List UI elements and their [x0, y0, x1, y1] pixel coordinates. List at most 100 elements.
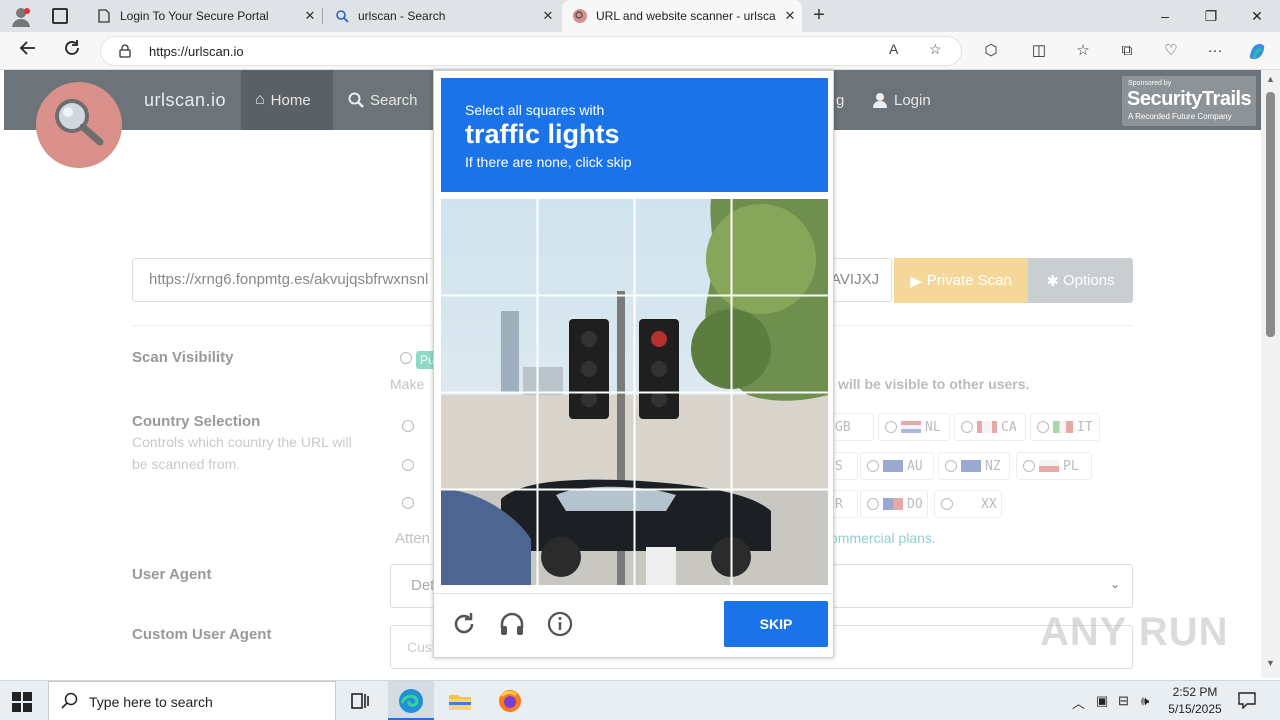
private-scan-button[interactable]: ▶ Private Scan	[894, 258, 1028, 303]
country-option-do[interactable]: DO	[860, 490, 928, 518]
magnifier-logo-icon	[55, 99, 104, 146]
sponsor-banner[interactable]: Sponsored by SecurityTrails A Recorded F…	[1122, 76, 1256, 126]
commercial-plans-link[interactable]: ommercial plans.	[830, 530, 936, 546]
options-button[interactable]: ✱ Options	[1028, 258, 1133, 303]
user-agent-label: User Agent	[132, 566, 212, 583]
country-selection-label: Country Selection	[132, 413, 261, 430]
visibility-public-radio[interactable]	[400, 352, 412, 364]
taskbar-clock[interactable]: 2:52 PM 5/15/2025	[1160, 684, 1230, 718]
captcha-tile-3[interactable]	[635, 199, 731, 295]
captcha-tile-16[interactable]	[732, 490, 828, 585]
tray-chevron-up-icon[interactable]: ︿	[1072, 693, 1085, 712]
captcha-tile-10[interactable]	[538, 393, 634, 489]
country-option-nl[interactable]: NL	[878, 413, 950, 441]
country-radio[interactable]	[402, 497, 414, 509]
user-agent-value: Det	[411, 577, 435, 594]
info-icon[interactable]	[546, 610, 574, 638]
minimize-button[interactable]: –	[1142, 0, 1188, 32]
volume-icon[interactable]: 🕪	[1141, 693, 1149, 709]
profile-icon[interactable]	[10, 6, 32, 28]
close-tab-icon[interactable]: ✕	[778, 8, 802, 24]
audio-icon[interactable]	[498, 610, 526, 638]
taskbar-search-box[interactable]: Type here to search	[48, 681, 336, 720]
nav-search-label: Search	[370, 91, 418, 109]
back-button[interactable]	[14, 38, 42, 64]
windows-start-icon[interactable]	[12, 692, 32, 712]
captcha-tile-8[interactable]	[732, 296, 828, 392]
taskbar-edge-active[interactable]	[388, 681, 434, 720]
file-explorer-icon[interactable]	[446, 687, 474, 715]
copilot-icon[interactable]	[1246, 40, 1268, 62]
favorite-star-icon[interactable]: ☆	[929, 41, 942, 58]
close-window-button[interactable]: ✕	[1234, 0, 1280, 32]
scrollbar-thumb[interactable]	[1266, 92, 1275, 337]
network-icon[interactable]: ⊟	[1118, 693, 1129, 709]
favorites-icon[interactable]: ☆	[1072, 40, 1094, 62]
reload-button[interactable]	[58, 38, 86, 64]
page-scrollbar[interactable]: ▲ ▼	[1261, 70, 1280, 678]
nav-home-label: Home	[270, 91, 311, 109]
home-icon: ⌂	[255, 91, 265, 108]
country-note-start: Atten	[395, 530, 431, 547]
close-tab-icon[interactable]: ✕	[536, 8, 560, 24]
tab-urlscan-scanner[interactable]: URL and website scanner - urlsca ✕	[562, 0, 802, 32]
captcha-tile-15[interactable]	[635, 490, 731, 585]
new-tab-button[interactable]: +	[808, 4, 830, 28]
urlscan-logo[interactable]	[36, 82, 122, 168]
notification-icon[interactable]	[1238, 691, 1256, 709]
captcha-tile-7[interactable]	[635, 296, 731, 392]
flag-blank-icon	[957, 498, 977, 510]
captcha-tile-4[interactable]	[732, 199, 828, 295]
tab-actions-icon[interactable]	[52, 8, 68, 24]
skip-button[interactable]: SKIP	[724, 601, 828, 647]
nav-home[interactable]: ⌂ Home	[241, 70, 333, 130]
firefox-icon[interactable]	[496, 687, 524, 715]
nav-login[interactable]: Login	[858, 70, 945, 130]
site-brand[interactable]: urlscan.io	[144, 90, 226, 111]
chevron-down-icon: ⌄	[1109, 577, 1120, 591]
tab-login-portal[interactable]: Login To Your Secure Portal ✕	[86, 0, 322, 32]
country-option-au[interactable]: AU	[860, 452, 934, 480]
flag-pl-icon	[1039, 460, 1059, 472]
country-code: AU	[907, 458, 923, 474]
country-option-xx[interactable]: XX	[934, 490, 1002, 518]
captcha-tile-13[interactable]	[441, 490, 537, 585]
reload-icon[interactable]	[450, 610, 478, 638]
country-option-it[interactable]: IT	[1030, 413, 1100, 441]
restore-button[interactable]: ❐	[1188, 0, 1234, 32]
split-screen-icon[interactable]: ◫	[1028, 40, 1050, 62]
captcha-tile-1[interactable]	[441, 199, 537, 295]
tab-urlscan-search[interactable]: urlscan - Search ✕	[324, 0, 560, 32]
country-option-gb[interactable]: GB	[828, 413, 874, 441]
collections-icon[interactable]: ⧉	[1116, 40, 1138, 62]
nav-search[interactable]: Search	[334, 70, 432, 130]
captcha-tile-14[interactable]	[538, 490, 634, 585]
browser-essentials-icon[interactable]: ♡	[1160, 40, 1182, 62]
country-option-ca[interactable]: CA	[954, 413, 1026, 441]
scroll-up-icon[interactable]: ▲	[1265, 74, 1276, 84]
captcha-tile-2[interactable]	[538, 199, 634, 295]
captcha-tile-5[interactable]	[441, 296, 537, 392]
captcha-tile-11[interactable]	[635, 393, 731, 489]
country-code: R	[835, 496, 843, 512]
tray-device-icon[interactable]: ▣	[1096, 693, 1108, 709]
flag-ca-icon	[977, 421, 997, 433]
captcha-tile-6[interactable]	[538, 296, 634, 392]
country-option-pl[interactable]: PL	[1016, 452, 1092, 480]
task-view-icon[interactable]	[346, 687, 374, 715]
country-option-nz[interactable]: NZ	[938, 452, 1010, 480]
address-url[interactable]: https://urlscan.io	[149, 44, 244, 59]
captcha-tile-12[interactable]	[732, 393, 828, 489]
taskbar-search-placeholder: Type here to search	[89, 694, 213, 710]
more-menu-icon[interactable]: ···	[1204, 40, 1226, 62]
read-aloud-icon[interactable]: A	[889, 41, 898, 57]
country-radio[interactable]	[402, 459, 414, 471]
address-bar[interactable]: https://urlscan.io A ☆	[100, 36, 962, 66]
extensions-icon[interactable]: ⬡	[980, 40, 1002, 62]
scroll-down-icon[interactable]: ▼	[1265, 658, 1276, 668]
captcha-tile-9[interactable]	[441, 393, 537, 489]
reload-icon	[65, 40, 79, 55]
close-tab-icon[interactable]: ✕	[298, 8, 322, 24]
country-radio[interactable]	[402, 420, 414, 432]
flag-it-icon	[1053, 421, 1073, 433]
